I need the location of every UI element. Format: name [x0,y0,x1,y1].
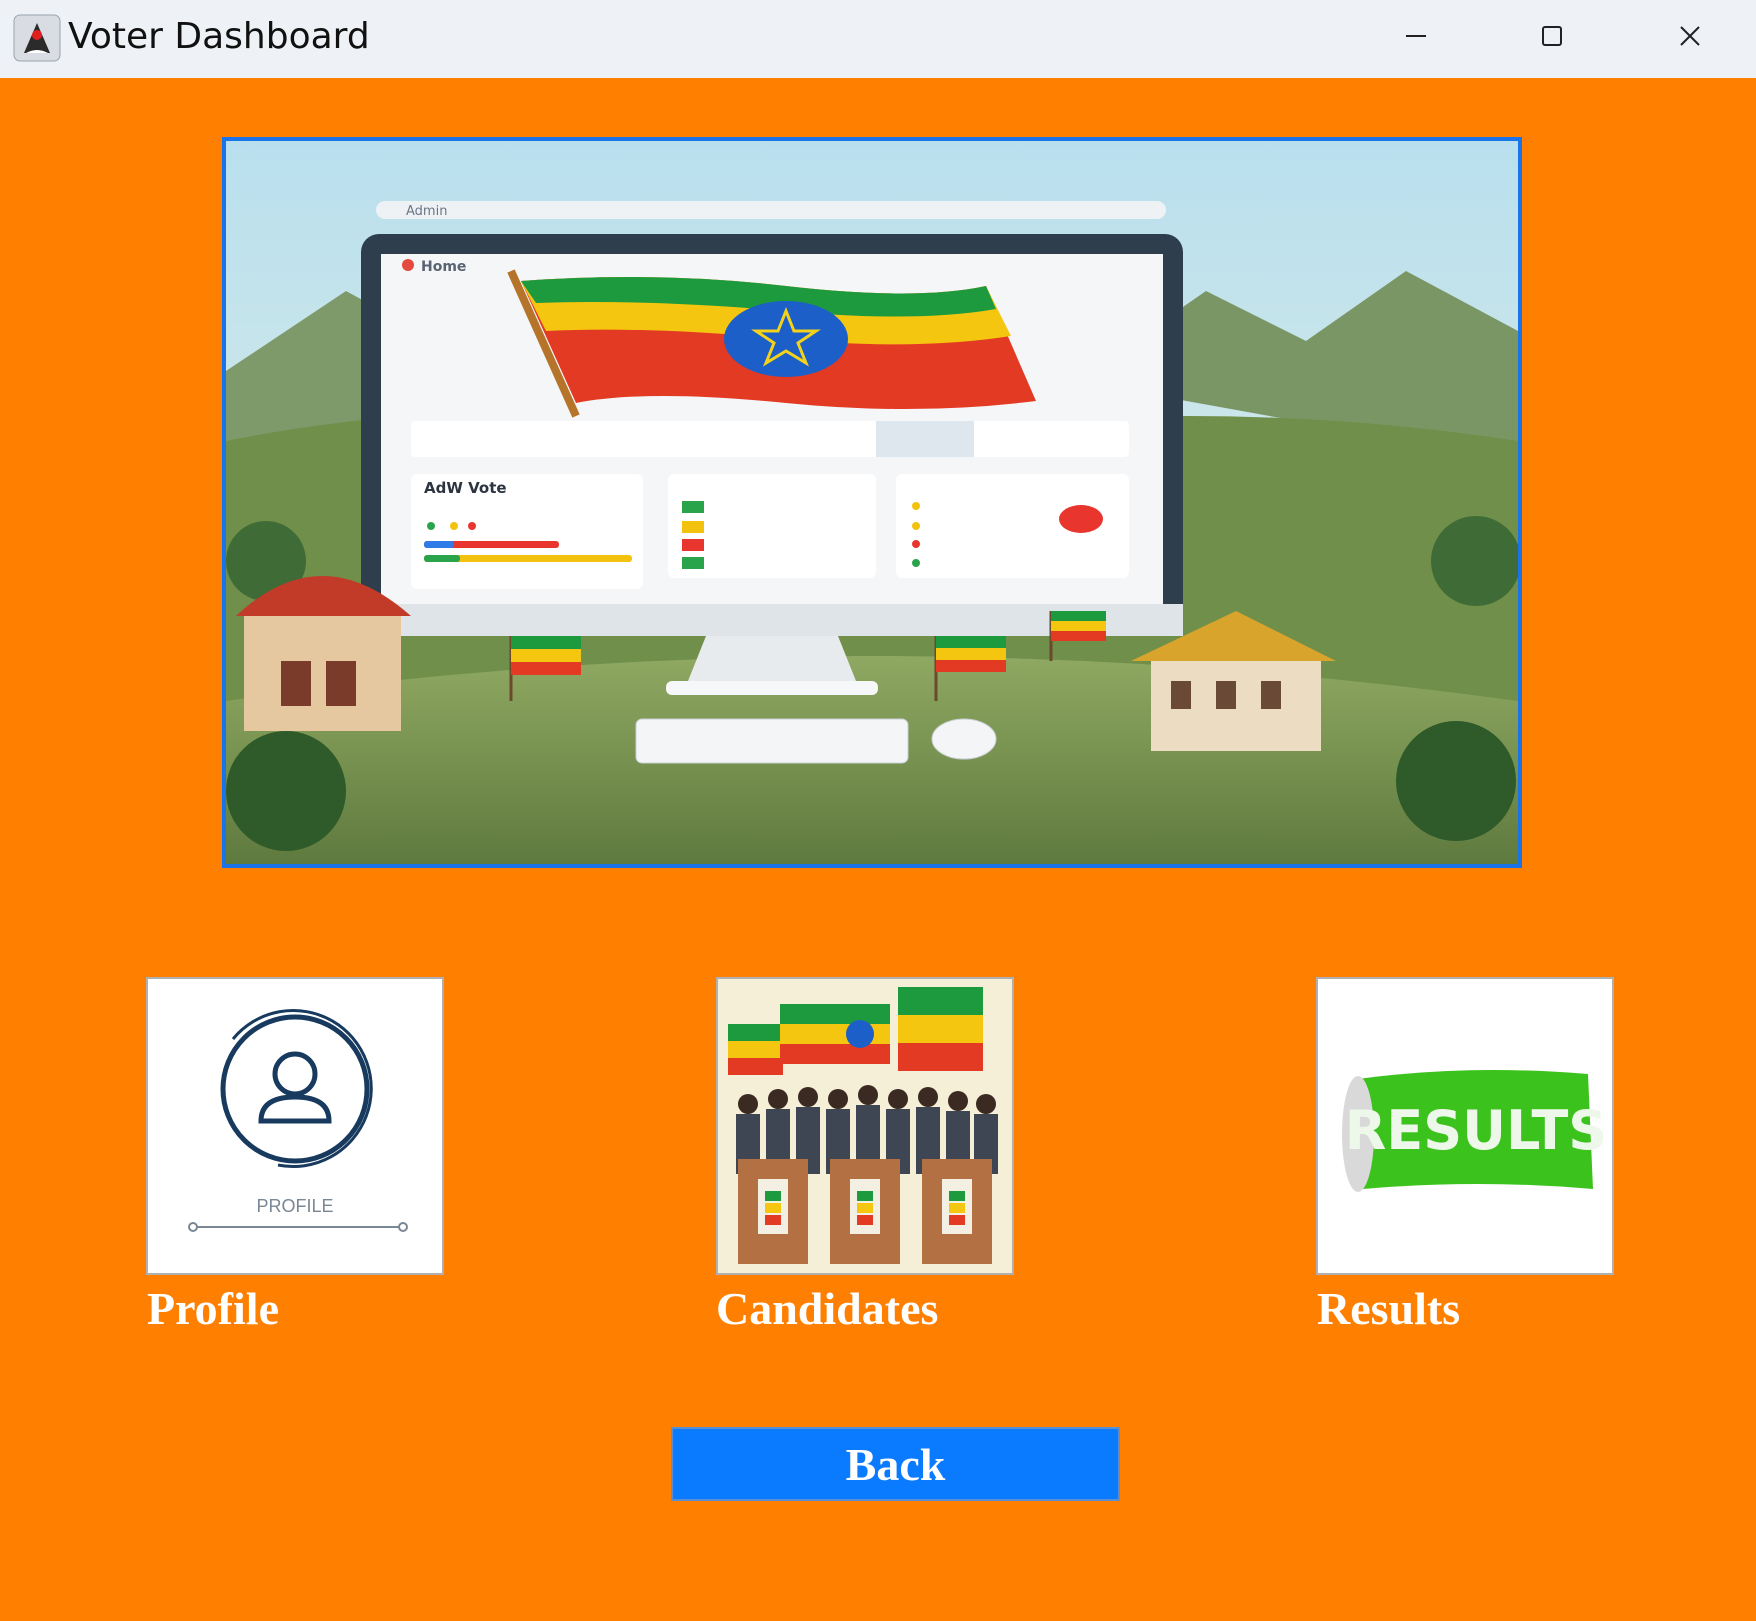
dashboard-banner-image: Admin Home AdW Vote [222,137,1522,868]
minimize-icon [1406,35,1426,37]
profile-icon: PROFILE [188,1009,408,1232]
results-banner-image: RESULTS [1318,979,1612,1273]
back-button[interactable]: Back [671,1427,1120,1501]
maximize-button[interactable] [1492,0,1612,72]
profile-tile-button[interactable]: PROFILE [146,977,444,1275]
candidates-tile-button[interactable] [716,977,1014,1275]
results-label[interactable]: Results [1317,1282,1460,1335]
candidates-image [718,979,1012,1273]
title-bar: Voter Dashboard [0,0,1756,78]
java-duke-icon [13,14,61,62]
candidates-label[interactable]: Candidates [716,1282,938,1335]
results-banner-text: RESULTS [1345,1099,1607,1162]
minimize-button[interactable] [1356,0,1476,72]
profile-caption: PROFILE [256,1196,333,1216]
banner-screen-header: Home [421,259,466,275]
window-title: Voter Dashboard [68,16,370,57]
close-button[interactable] [1630,0,1750,72]
close-icon [1680,26,1700,46]
banner-search-label: Admin [406,204,447,219]
banner-card-title: AdW Vote [424,479,507,497]
results-tile-button[interactable]: RESULTS [1316,977,1614,1275]
profile-label[interactable]: Profile [147,1282,279,1335]
voting-dashboard-illustration: Admin Home AdW Vote [226,141,1518,864]
maximize-icon [1542,26,1562,46]
